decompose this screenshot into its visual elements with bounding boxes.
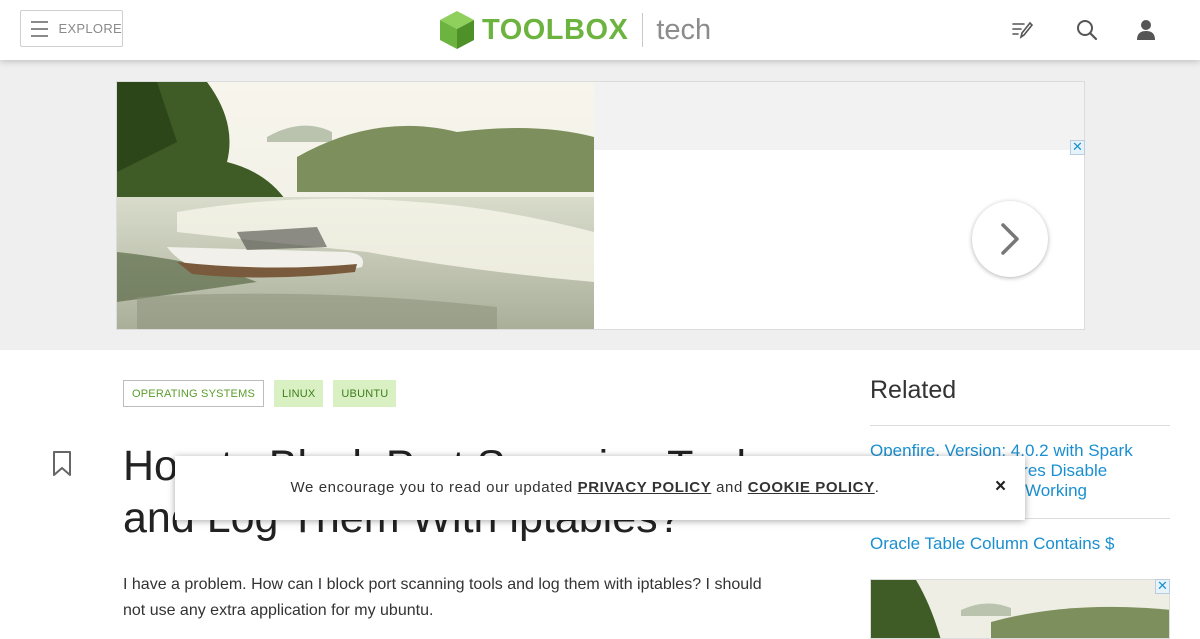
boat-ad-image: [117, 82, 594, 329]
tag-operating-systems[interactable]: OPERATING SYSTEMS: [123, 380, 264, 407]
banner-ad[interactable]: [116, 81, 1085, 330]
sidebar-ad[interactable]: [870, 579, 1170, 639]
related-heading: Related: [870, 376, 957, 404]
site-header: EXPLORE TOOLBOX tech: [0, 0, 1200, 60]
notice-text-after: .: [874, 479, 880, 496]
ad-next-button[interactable]: [972, 201, 1048, 277]
related-link[interactable]: Oracle Table Column Contains $: [870, 534, 1160, 554]
notice-text-and: and: [716, 479, 743, 496]
cookie-policy-link[interactable]: COOKIE POLICY: [748, 479, 875, 496]
ad-top-strip: [594, 82, 1084, 150]
chevron-right-icon: [1001, 223, 1019, 255]
article-body: I have a problem. How can I block port s…: [123, 576, 762, 619]
hamburger-icon: [31, 20, 49, 37]
logo-wordmark: TOOLBOX: [482, 13, 629, 46]
site-logo[interactable]: TOOLBOX tech: [438, 10, 711, 50]
tag-list: OPERATING SYSTEMS LINUX UBUNTU: [123, 380, 397, 407]
privacy-notice-text: We encourage you to read our updated PRI…: [175, 479, 995, 496]
bookmark-icon[interactable]: [52, 451, 72, 477]
notice-text-before: We encourage you to read our updated: [290, 479, 573, 496]
search-icon[interactable]: [1075, 18, 1099, 42]
tag-linux[interactable]: LINUX: [274, 380, 324, 407]
write-icon[interactable]: [1010, 18, 1034, 42]
privacy-policy-link[interactable]: PRIVACY POLICY: [578, 479, 712, 496]
sidebar-ad-image: [871, 580, 1169, 638]
explore-label: EXPLORE: [58, 21, 122, 36]
sidebar-ad-close-button[interactable]: ✕: [1155, 579, 1170, 594]
privacy-notice-banner: We encourage you to read our updated PRI…: [175, 456, 1025, 520]
ad-close-button[interactable]: ✕: [1070, 140, 1085, 155]
related-divider: [870, 425, 1170, 426]
logo-divider: [642, 13, 644, 47]
close-notice-button[interactable]: ×: [995, 476, 1006, 498]
cube-logo-icon: [440, 11, 474, 49]
user-icon[interactable]: [1134, 18, 1158, 42]
tag-ubuntu[interactable]: UBUNTU: [333, 380, 397, 407]
explore-menu-button[interactable]: EXPLORE: [20, 10, 123, 47]
ad-region: ✕: [0, 60, 1200, 350]
logo-tech-label: tech: [656, 13, 712, 46]
